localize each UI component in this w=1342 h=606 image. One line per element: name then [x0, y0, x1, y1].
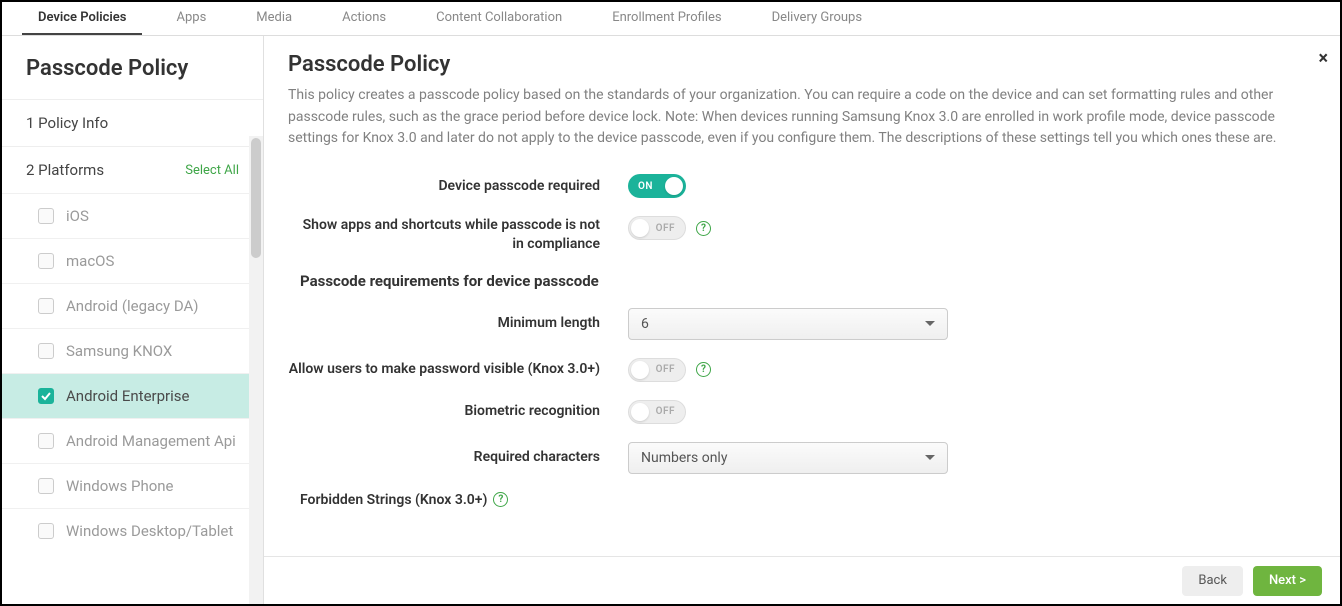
platform-label: macOS	[66, 252, 114, 270]
tab-content-collaboration[interactable]: Content Collaboration	[420, 2, 578, 35]
toggle-knob	[631, 219, 649, 237]
close-icon[interactable]: ×	[1318, 48, 1328, 69]
label-device-passcode-required: Device passcode required	[288, 177, 628, 196]
toggle-state: OFF	[656, 364, 675, 375]
step-label: 2 Platforms	[26, 161, 104, 179]
select-value: Numbers only	[641, 450, 727, 466]
platform-label: Windows Phone	[66, 477, 174, 495]
platform-windows-desktop[interactable]: Windows Desktop/Tablet	[2, 508, 263, 553]
top-tabs: Device Policies Apps Media Actions Conte…	[2, 2, 1340, 36]
step-platforms[interactable]: 2 Platforms Select All	[2, 146, 263, 193]
step-label: 1 Policy Info	[26, 114, 108, 132]
platform-label: Android Management Api	[66, 432, 236, 450]
page-title: Passcode Policy	[288, 52, 1304, 77]
checkbox-icon	[38, 388, 54, 404]
scrollbar-thumb[interactable]	[251, 138, 261, 258]
select-minimum-length[interactable]: 6	[628, 308, 948, 340]
checkbox-icon	[38, 523, 54, 539]
toggle-knob	[631, 403, 649, 421]
label-show-apps-shortcuts: Show apps and shortcuts while passcode i…	[288, 216, 628, 254]
toggle-knob	[665, 177, 683, 195]
checkbox-icon	[38, 433, 54, 449]
next-button[interactable]: Next >	[1253, 566, 1322, 596]
label-allow-password-visible: Allow users to make password visible (Kn…	[288, 360, 628, 379]
platform-samsung-knox[interactable]: Samsung KNOX	[2, 328, 263, 373]
toggle-device-passcode-required[interactable]: ON	[628, 174, 686, 198]
toggle-state: OFF	[656, 406, 675, 417]
help-icon[interactable]: ?	[696, 221, 711, 236]
page-description: This policy creates a passcode policy ba…	[288, 85, 1288, 150]
help-icon[interactable]: ?	[696, 362, 711, 377]
tab-device-policies[interactable]: Device Policies	[22, 2, 142, 35]
platform-label: Android (legacy DA)	[66, 297, 199, 315]
select-all-link[interactable]: Select All	[185, 163, 239, 178]
checkbox-icon	[38, 253, 54, 269]
platform-android-enterprise[interactable]: Android Enterprise	[2, 373, 263, 418]
platform-label: Samsung KNOX	[66, 342, 172, 360]
forbidden-strings-section: Forbidden Strings (Knox 3.0+) ?	[288, 492, 1304, 508]
back-button[interactable]: Back	[1182, 566, 1243, 596]
checkbox-icon	[38, 298, 54, 314]
platform-label: Android Enterprise	[66, 387, 189, 405]
step-policy-info[interactable]: 1 Policy Info	[2, 99, 263, 146]
tab-enrollment-profiles[interactable]: Enrollment Profiles	[596, 2, 737, 35]
tab-actions[interactable]: Actions	[326, 2, 402, 35]
checkbox-icon	[38, 208, 54, 224]
footer-bar: Back Next >	[264, 556, 1340, 604]
label-biometric: Biometric recognition	[288, 402, 628, 421]
section-passcode-requirements: Passcode requirements for device passcod…	[288, 272, 1304, 290]
tab-delivery-groups[interactable]: Delivery Groups	[756, 2, 878, 35]
select-required-characters[interactable]: Numbers only	[628, 442, 948, 474]
platform-macos[interactable]: macOS	[2, 238, 263, 283]
toggle-biometric[interactable]: OFF	[628, 400, 686, 424]
toggle-show-apps-shortcuts[interactable]: OFF	[628, 216, 686, 240]
toggle-allow-password-visible[interactable]: OFF	[628, 358, 686, 382]
tab-apps[interactable]: Apps	[160, 2, 222, 35]
sidebar: Passcode Policy 1 Policy Info 2 Platform…	[2, 36, 264, 604]
help-icon[interactable]: ?	[493, 492, 508, 507]
sidebar-title: Passcode Policy	[2, 36, 263, 99]
toggle-state: ON	[638, 181, 653, 192]
forbidden-strings-label: Forbidden Strings (Knox 3.0+)	[300, 492, 487, 508]
sidebar-scrollbar[interactable]	[249, 136, 263, 604]
platform-ios[interactable]: iOS	[2, 193, 263, 238]
checkbox-icon	[38, 343, 54, 359]
platform-android-legacy[interactable]: Android (legacy DA)	[2, 283, 263, 328]
tab-media[interactable]: Media	[240, 2, 308, 35]
platform-label: Windows Desktop/Tablet	[66, 522, 233, 540]
platform-windows-phone[interactable]: Windows Phone	[2, 463, 263, 508]
label-minimum-length: Minimum length	[288, 314, 628, 333]
label-required-characters: Required characters	[288, 448, 628, 467]
platform-label: iOS	[66, 207, 89, 225]
chevron-down-icon	[925, 321, 935, 326]
main-panel: × Passcode Policy This policy creates a …	[264, 36, 1340, 604]
platform-android-management-api[interactable]: Android Management Api	[2, 418, 263, 463]
chevron-down-icon	[925, 455, 935, 460]
select-value: 6	[641, 316, 649, 332]
checkbox-icon	[38, 478, 54, 494]
toggle-knob	[631, 361, 649, 379]
toggle-state: OFF	[656, 223, 675, 234]
